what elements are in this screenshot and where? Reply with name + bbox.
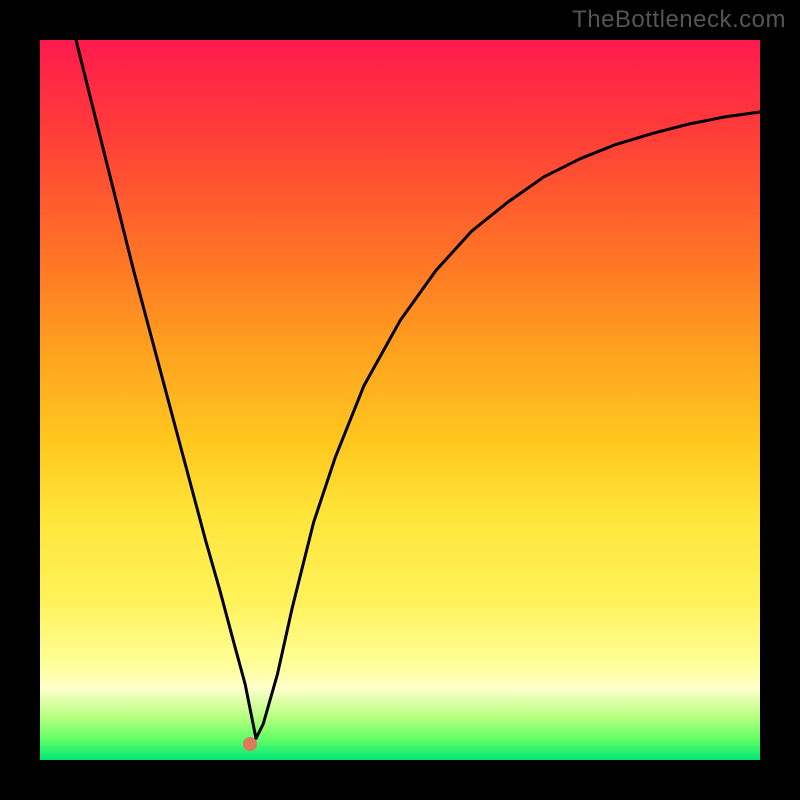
chart-frame: TheBottleneck.com [0,0,800,800]
watermark-text: TheBottleneck.com [572,6,786,34]
plot-area [40,40,760,760]
curve-svg [40,40,760,760]
bottleneck-curve [76,40,760,738]
minimum-marker-dot [243,737,257,751]
